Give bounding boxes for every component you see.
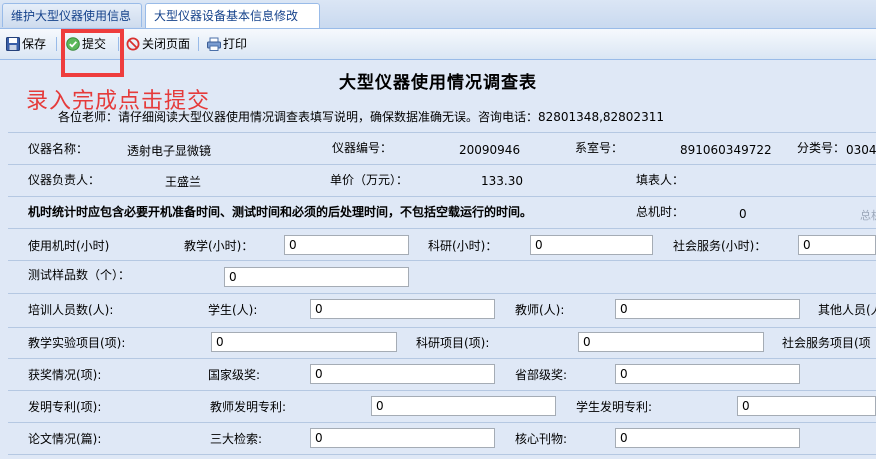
total-hours-2-label: 总机 (860, 209, 876, 222)
teaching-projects-input[interactable] (211, 332, 397, 352)
divider (8, 196, 876, 197)
teachers-input[interactable] (615, 299, 800, 319)
papers-label: 论文情况(篇): (28, 432, 102, 446)
teacher-patents-label: 教师发明专利: (210, 400, 287, 414)
provincial-award-input[interactable] (615, 364, 800, 384)
divider (8, 293, 876, 294)
social-service-hours-label: 社会服务(小时)： (673, 239, 767, 253)
dept-code-value: 891060349722 (680, 143, 772, 157)
save-label: 保存 (22, 37, 47, 51)
no-entry-icon (126, 37, 140, 51)
close-page-label: 关闭页面 (142, 37, 191, 51)
teacher-patents-input[interactable] (371, 396, 556, 416)
print-label: 打印 (223, 37, 248, 51)
student-patents-label: 学生发明专利: (576, 400, 653, 414)
research-projects-label: 科研项目(项): (416, 336, 490, 350)
tab-maintain-usage[interactable]: 维护大型仪器使用信息 (2, 3, 142, 27)
divider (8, 390, 876, 391)
awards-label: 获奖情况(项): (28, 368, 102, 382)
divider (8, 228, 876, 229)
notice-text: 各位老师：请仔细阅读大型仪器使用情况调查表填写说明，确保数据准确无误。咨询电话：… (58, 110, 664, 124)
sample-count-input[interactable] (224, 267, 409, 287)
total-hours-value: 0 (739, 207, 747, 221)
toolbar-separator (56, 37, 57, 51)
toolbar-separator (198, 37, 199, 51)
divider (8, 422, 876, 423)
national-award-input[interactable] (310, 364, 495, 384)
social-service-hours-input[interactable] (798, 235, 876, 255)
print-button[interactable]: 打印 (207, 36, 247, 52)
sci-index-label: 三大检索: (210, 432, 263, 446)
other-trainees-label: 其他人员(人 (818, 303, 876, 317)
student-patents-input[interactable] (737, 396, 876, 416)
printer-icon (207, 37, 221, 51)
divider (8, 454, 876, 455)
dept-code-label: 系室号： (575, 141, 624, 155)
divider (8, 358, 876, 359)
instrument-name-label: 仪器名称： (28, 142, 89, 156)
core-journal-label: 核心刊物: (515, 432, 568, 446)
provincial-award-label: 省部级奖: (515, 368, 568, 382)
national-award-label: 国家级奖: (208, 368, 261, 382)
instrument-name-value: 透射电子显微镜 (127, 144, 212, 158)
owner-label: 仪器负责人： (28, 173, 101, 187)
total-hours-label: 总机时： (636, 205, 685, 219)
teachers-label: 教师(人): (515, 303, 565, 317)
tab-label: 大型仪器设备基本信息修改 (154, 9, 299, 23)
divider (8, 164, 876, 165)
divider (8, 132, 876, 133)
class-code-label: 分类号： (797, 141, 846, 155)
sample-count-label: 测试样品数（个）： (28, 268, 131, 282)
price-value: 133.30 (481, 174, 523, 188)
toolbar: 保存 提交 关闭页面 打印 (0, 29, 876, 60)
research-projects-input[interactable] (578, 332, 764, 352)
social-projects-label: 社会服务项目(项 (782, 336, 871, 350)
research-hours-input[interactable] (530, 235, 653, 255)
instrument-code-label: 仪器编号： (332, 141, 393, 155)
price-label: 单价（万元）： (330, 173, 409, 187)
tab-bar: 维护大型仪器使用信息 大型仪器设备基本信息修改 ✕ (0, 0, 876, 48)
form-panel: 大型仪器使用情况调查表 录入完成点击提交 各位老师：请仔细阅读大型仪器使用情况调… (0, 29, 876, 459)
sci-index-input[interactable] (310, 428, 495, 448)
annotation-highlight-box (61, 29, 124, 77)
owner-value: 王盛兰 (165, 175, 202, 189)
close-page-button[interactable]: 关闭页面 (126, 36, 190, 52)
students-input[interactable] (310, 299, 495, 319)
usage-hours-label: 使用机时(小时) (28, 239, 110, 253)
filler-label: 填表人： (636, 173, 685, 187)
save-button[interactable]: 保存 (6, 36, 46, 52)
teaching-projects-label: 教学实验项目(项): (28, 336, 126, 350)
research-hours-label: 科研(小时)： (428, 239, 498, 253)
teaching-hours-label: 教学(小时)： (184, 239, 254, 253)
class-code-value: 03040 (846, 143, 876, 157)
students-label: 学生(人): (208, 303, 258, 317)
teaching-hours-input[interactable] (284, 235, 409, 255)
instrument-code-value: 20090946 (459, 143, 521, 157)
tab-basic-info-edit[interactable]: 大型仪器设备基本信息修改 ✕ (145, 3, 320, 48)
machine-hours-note: 机时统计时应包含必要开机准备时间、测试时间和必须的后处理时间，不包括空载运行的时… (28, 205, 533, 219)
save-icon (6, 37, 20, 51)
patents-label: 发明专利(项): (28, 400, 102, 414)
tab-label: 维护大型仪器使用信息 (11, 9, 132, 23)
divider (8, 260, 876, 261)
trainees-label: 培训人员数(人): (28, 303, 114, 317)
divider (8, 327, 876, 328)
core-journal-input[interactable] (615, 428, 800, 448)
